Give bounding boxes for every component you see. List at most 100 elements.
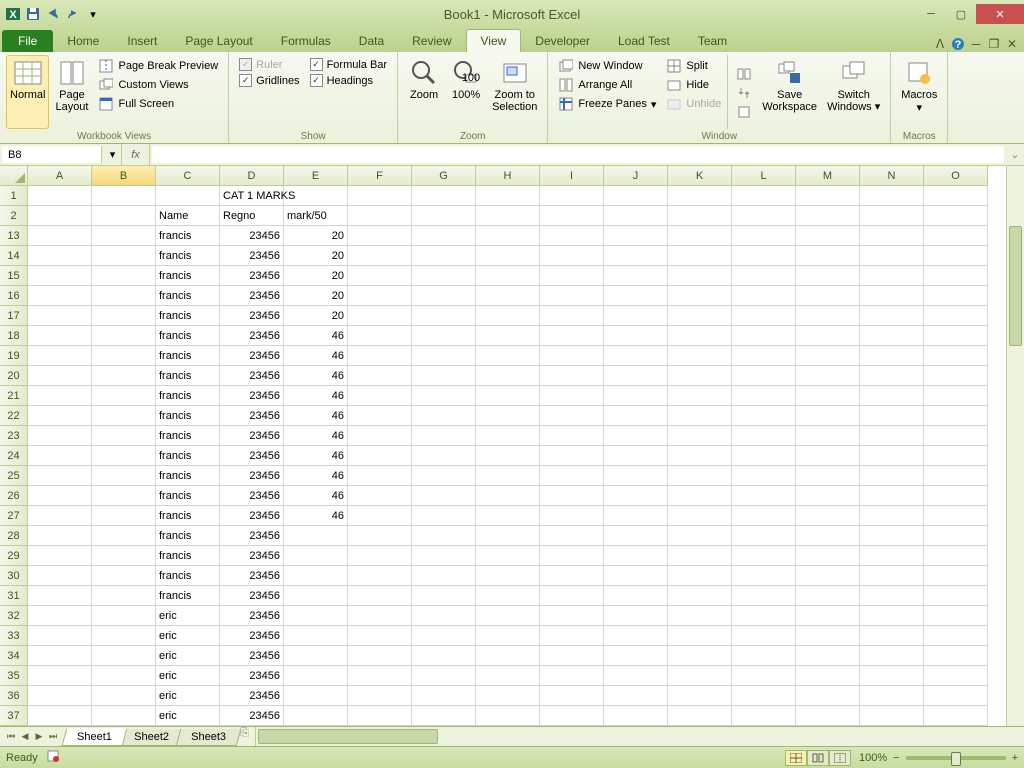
cell[interactable] bbox=[796, 626, 860, 646]
col-header-K[interactable]: K bbox=[668, 166, 732, 186]
cell[interactable] bbox=[604, 306, 668, 326]
cell[interactable] bbox=[92, 386, 156, 406]
cell[interactable]: 20 bbox=[284, 266, 348, 286]
cell[interactable] bbox=[92, 266, 156, 286]
cell[interactable] bbox=[92, 426, 156, 446]
cell[interactable] bbox=[92, 286, 156, 306]
full-screen-button[interactable]: Full Screen bbox=[94, 95, 222, 113]
cell[interactable]: eric bbox=[156, 686, 220, 706]
cell[interactable] bbox=[796, 226, 860, 246]
cell[interactable] bbox=[28, 706, 92, 726]
row-header[interactable]: 15 bbox=[0, 266, 28, 286]
cell[interactable] bbox=[732, 586, 796, 606]
zoom-slider[interactable] bbox=[906, 756, 1006, 760]
cell[interactable] bbox=[476, 366, 540, 386]
view-side-by-side-button[interactable] bbox=[732, 65, 756, 83]
maximize-button[interactable]: ▢ bbox=[946, 4, 976, 24]
cell[interactable] bbox=[668, 626, 732, 646]
cell[interactable] bbox=[540, 466, 604, 486]
cell[interactable] bbox=[796, 566, 860, 586]
cell[interactable] bbox=[476, 386, 540, 406]
cell[interactable] bbox=[668, 666, 732, 686]
cell[interactable]: francis bbox=[156, 526, 220, 546]
sheet-tab-sheet2[interactable]: Sheet2 bbox=[119, 729, 184, 746]
cell[interactable] bbox=[540, 546, 604, 566]
col-header-B[interactable]: B bbox=[92, 166, 156, 186]
cell[interactable]: 23456 bbox=[220, 406, 284, 426]
cell[interactable] bbox=[796, 466, 860, 486]
cell[interactable] bbox=[540, 366, 604, 386]
cell[interactable] bbox=[604, 466, 668, 486]
cell[interactable] bbox=[796, 526, 860, 546]
cell[interactable] bbox=[860, 286, 924, 306]
cell[interactable] bbox=[540, 386, 604, 406]
cell[interactable] bbox=[28, 206, 92, 226]
cell[interactable] bbox=[604, 566, 668, 586]
cell[interactable] bbox=[476, 186, 540, 206]
cell[interactable] bbox=[732, 646, 796, 666]
cell[interactable] bbox=[540, 606, 604, 626]
cell[interactable] bbox=[732, 526, 796, 546]
row-header[interactable]: 35 bbox=[0, 666, 28, 686]
row-header[interactable]: 28 bbox=[0, 526, 28, 546]
cell[interactable] bbox=[860, 266, 924, 286]
cell[interactable] bbox=[604, 686, 668, 706]
hscroll-thumb[interactable] bbox=[258, 729, 438, 744]
cell[interactable] bbox=[540, 246, 604, 266]
cell[interactable] bbox=[412, 606, 476, 626]
cell[interactable] bbox=[668, 386, 732, 406]
cell[interactable] bbox=[668, 686, 732, 706]
cell[interactable] bbox=[412, 426, 476, 446]
cell[interactable] bbox=[540, 506, 604, 526]
row-header[interactable]: 17 bbox=[0, 306, 28, 326]
close-button[interactable]: ✕ bbox=[976, 4, 1024, 24]
cell[interactable]: francis bbox=[156, 406, 220, 426]
cell[interactable] bbox=[732, 506, 796, 526]
cell[interactable] bbox=[348, 466, 412, 486]
row-header[interactable]: 24 bbox=[0, 446, 28, 466]
cell[interactable]: 23456 bbox=[220, 326, 284, 346]
cell[interactable] bbox=[412, 366, 476, 386]
cell[interactable] bbox=[668, 226, 732, 246]
col-header-L[interactable]: L bbox=[732, 166, 796, 186]
cell[interactable] bbox=[860, 586, 924, 606]
cell[interactable] bbox=[284, 626, 348, 646]
minimize-button[interactable]: ─ bbox=[916, 4, 946, 24]
cell[interactable] bbox=[348, 586, 412, 606]
save-icon[interactable] bbox=[24, 5, 42, 23]
cell[interactable] bbox=[540, 346, 604, 366]
save-workspace-button[interactable]: SaveWorkspace bbox=[758, 55, 821, 129]
cell[interactable] bbox=[540, 686, 604, 706]
cell[interactable] bbox=[604, 406, 668, 426]
cell[interactable] bbox=[476, 686, 540, 706]
cell[interactable] bbox=[732, 626, 796, 646]
cell[interactable] bbox=[668, 706, 732, 726]
cell[interactable] bbox=[732, 566, 796, 586]
cell[interactable] bbox=[924, 226, 988, 246]
cell[interactable] bbox=[348, 446, 412, 466]
cell[interactable] bbox=[860, 566, 924, 586]
cell[interactable] bbox=[28, 366, 92, 386]
cell[interactable] bbox=[796, 206, 860, 226]
cell[interactable] bbox=[28, 546, 92, 566]
cell[interactable] bbox=[860, 506, 924, 526]
cell[interactable]: francis bbox=[156, 466, 220, 486]
cell[interactable] bbox=[732, 426, 796, 446]
cell[interactable] bbox=[476, 286, 540, 306]
mdi-close-icon[interactable]: ✕ bbox=[1004, 36, 1020, 52]
grid[interactable]: ABCDEFGHIJKLMNO 1CAT 1 MARKS2NameRegnoma… bbox=[0, 166, 1006, 726]
cell[interactable]: 46 bbox=[284, 466, 348, 486]
name-box-dropdown[interactable]: ▾ bbox=[104, 144, 122, 165]
cell[interactable] bbox=[348, 206, 412, 226]
cell[interactable] bbox=[412, 586, 476, 606]
cell[interactable] bbox=[92, 346, 156, 366]
cell[interactable]: 23456 bbox=[220, 586, 284, 606]
cell[interactable] bbox=[924, 606, 988, 626]
cell[interactable] bbox=[860, 626, 924, 646]
row-header[interactable]: 18 bbox=[0, 326, 28, 346]
cell[interactable] bbox=[476, 486, 540, 506]
row-header[interactable]: 19 bbox=[0, 346, 28, 366]
cell[interactable] bbox=[284, 666, 348, 686]
cell[interactable] bbox=[732, 346, 796, 366]
cell[interactable] bbox=[860, 226, 924, 246]
